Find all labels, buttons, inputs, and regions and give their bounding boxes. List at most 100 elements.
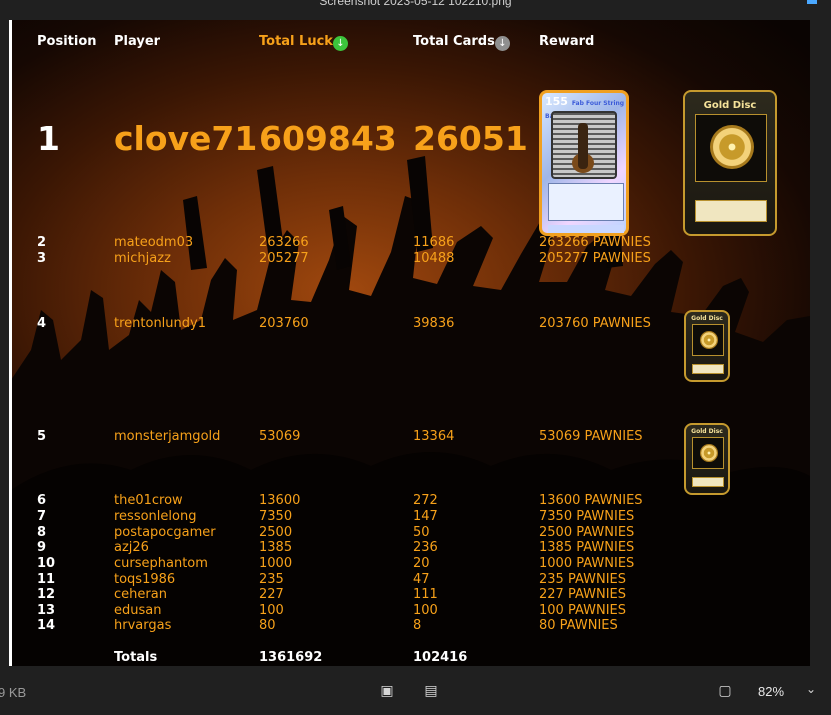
gold-disc-icon (710, 125, 754, 169)
row-reward: 2500 PAWNIES (539, 525, 635, 540)
chevron-down-icon[interactable]: ⌄ (806, 682, 816, 696)
row-cards: 111 (413, 587, 438, 602)
leader-cards: 26051 (413, 119, 528, 158)
row-position: 7 (37, 509, 47, 524)
card-foot (548, 225, 624, 233)
guitar-neck (578, 123, 588, 169)
row-reward: 80 PAWNIES (539, 618, 618, 633)
row-reward: 235 PAWNIES (539, 572, 627, 587)
row-cards: 10488 (413, 251, 455, 266)
row-cards: 8 (413, 618, 422, 633)
window-title: Screenshot 2023-05-12 102210.png (319, 0, 512, 8)
gold-disc-card-large: Gold Disc (683, 90, 777, 236)
row-player: the01crow (114, 493, 183, 508)
row-position: 3 (37, 251, 47, 266)
header-player: Player (114, 34, 161, 49)
header-reward: Reward (539, 34, 595, 49)
header-position: Position (37, 34, 97, 49)
leaderboard-image: Position Player Total Luck ↓ Total Cards… (11, 20, 810, 666)
row-player: toqs1986 (114, 572, 176, 587)
row-cards: 13364 (413, 429, 455, 444)
row-player: azj26 (114, 540, 149, 555)
header-total-cards: Total Cards (413, 34, 495, 49)
gold-disc-icon (700, 331, 718, 349)
row-reward: 1385 PAWNIES (539, 540, 635, 555)
gold-disc-card-row4: Gold Disc (684, 310, 730, 382)
row-reward: 53069 PAWNIES (539, 429, 643, 444)
green-download-arrow-icon: ↓ (333, 36, 348, 51)
row-position: 8 (37, 525, 47, 540)
totals-luck: 1361692 (259, 650, 323, 665)
row-position: 13 (37, 603, 56, 618)
gold-disc-icon (700, 444, 718, 462)
row-position: 10 (37, 556, 56, 571)
row-luck: 80 (259, 618, 276, 633)
row-luck: 2500 (259, 525, 293, 540)
row-cards: 50 (413, 525, 430, 540)
leader-luck: 609843 (259, 119, 397, 158)
row-luck: 203760 (259, 316, 309, 331)
row-position: 4 (37, 316, 47, 331)
row-player: michjazz (114, 251, 171, 266)
gold-disc-desc (695, 200, 767, 222)
guitar-reward-card: 155 Fab Four String Band (539, 90, 629, 236)
fit-to-window-icon[interactable]: ▣ (378, 682, 396, 700)
header-total-luck: Total Luck (259, 34, 333, 49)
row-position: 9 (37, 540, 47, 555)
row-luck: 235 (259, 572, 284, 587)
row-cards: 147 (413, 509, 438, 524)
guitar-card-title: 155 Fab Four String Band (545, 95, 625, 120)
row-player: trentonlundy1 (114, 316, 206, 331)
row-position: 12 (37, 587, 56, 602)
leader-player: clove71 (114, 119, 258, 158)
row-position: 6 (37, 493, 47, 508)
leader-position: 1 (37, 119, 60, 158)
row-reward: 7350 PAWNIES (539, 509, 635, 524)
gold-disc-title: Gold Disc (703, 100, 757, 111)
text-detect-icon[interactable]: ▤ (422, 682, 440, 700)
row-reward: 100 PAWNIES (539, 603, 627, 618)
row-cards: 20 (413, 556, 430, 571)
row-luck: 100 (259, 603, 284, 618)
row-luck: 205277 (259, 251, 309, 266)
row-reward: 13600 PAWNIES (539, 493, 643, 508)
gold-disc-card-row5: Gold Disc (684, 423, 730, 495)
row-position: 5 (37, 429, 47, 444)
row-player: ceheran (114, 587, 167, 602)
row-luck: 7350 (259, 509, 293, 524)
title-bar: Screenshot 2023-05-12 102210.png (0, 0, 831, 20)
image-left-edge (9, 20, 12, 666)
row-player: ressonlelong (114, 509, 197, 524)
totals-cards: 102416 (413, 650, 468, 665)
row-position: 11 (37, 572, 56, 587)
row-luck: 1385 (259, 540, 293, 555)
row-luck: 227 (259, 587, 284, 602)
row-luck: 1000 (259, 556, 293, 571)
row-reward: 1000 PAWNIES (539, 556, 635, 571)
row-cards: 11686 (413, 235, 455, 250)
row-luck: 263266 (259, 235, 309, 250)
row-position: 2 (37, 235, 47, 250)
row-player: cursephantom (114, 556, 208, 571)
row-cards: 47 (413, 572, 430, 587)
row-player: mateodm03 (114, 235, 194, 250)
title-accent-mark (807, 0, 817, 4)
row-luck: 53069 (259, 429, 301, 444)
zoom-level[interactable]: 82% (758, 684, 784, 699)
row-cards: 100 (413, 603, 438, 618)
card-info-box (548, 183, 624, 221)
row-reward: 205277 PAWNIES (539, 251, 651, 266)
row-position: 14 (37, 618, 56, 633)
file-size: 9 KB (0, 685, 27, 700)
row-reward: 203760 PAWNIES (539, 316, 651, 331)
screen-icon[interactable]: ▢ (716, 682, 734, 700)
row-reward: 263266 PAWNIES (539, 235, 651, 250)
row-cards: 39836 (413, 316, 455, 331)
grey-download-arrow-icon: ↓ (495, 36, 510, 51)
row-player: edusan (114, 603, 162, 618)
row-luck: 13600 (259, 493, 301, 508)
row-reward: 227 PAWNIES (539, 587, 627, 602)
row-player: monsterjamgold (114, 429, 221, 444)
row-cards: 236 (413, 540, 438, 555)
row-cards: 272 (413, 493, 438, 508)
